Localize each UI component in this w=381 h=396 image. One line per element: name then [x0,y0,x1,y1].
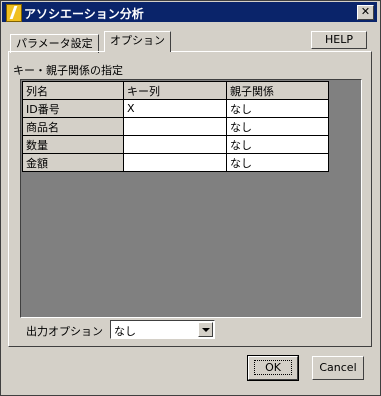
table-row: 商品名 なし [22,117,329,136]
column-header-key: キー列 [123,81,227,100]
cell-key[interactable] [123,153,227,172]
cell-relation[interactable]: なし [226,153,329,172]
cell-column-name: 数量 [22,135,124,154]
cancel-button[interactable]: Cancel [312,356,364,380]
output-option-value: なし [114,325,136,338]
help-button[interactable]: HELP [311,31,367,49]
ok-button-label: OK [254,360,292,375]
table-header-row: 列名 キー列 親子関係 [22,81,329,100]
output-option-select[interactable]: なし [110,320,215,339]
close-button[interactable]: ✕ [357,5,374,20]
ok-button[interactable]: OK [247,355,299,381]
app-icon [6,4,22,22]
table-row: 金額 なし [22,153,329,172]
title-bar[interactable]: アソシエーション分析 ✕ [2,2,377,22]
tab-options[interactable]: オプション [104,31,171,52]
cell-relation[interactable]: なし [226,135,329,154]
group-label: キー・親子関係の指定 [13,64,123,77]
output-option-label: 出力オプション [26,325,103,338]
cell-relation[interactable]: なし [226,99,329,118]
cell-key[interactable] [123,117,227,136]
cell-column-name: 金額 [22,153,124,172]
chevron-down-icon[interactable] [198,322,213,337]
key-relation-table: 列名 キー列 親子関係 ID番号 X なし 商品名 なし 数量 なし 金額 なし [22,81,329,172]
table-row: ID番号 X なし [22,99,329,118]
column-header-relation: 親子関係 [226,81,329,100]
column-header-name: 列名 [22,81,124,100]
table-row: 数量 なし [22,135,329,154]
cell-key[interactable]: X [123,99,227,118]
window-title: アソシエーション分析 [24,7,144,21]
cell-column-name: 商品名 [22,117,124,136]
cell-column-name: ID番号 [22,99,124,118]
cell-relation[interactable]: なし [226,117,329,136]
cell-key[interactable] [123,135,227,154]
